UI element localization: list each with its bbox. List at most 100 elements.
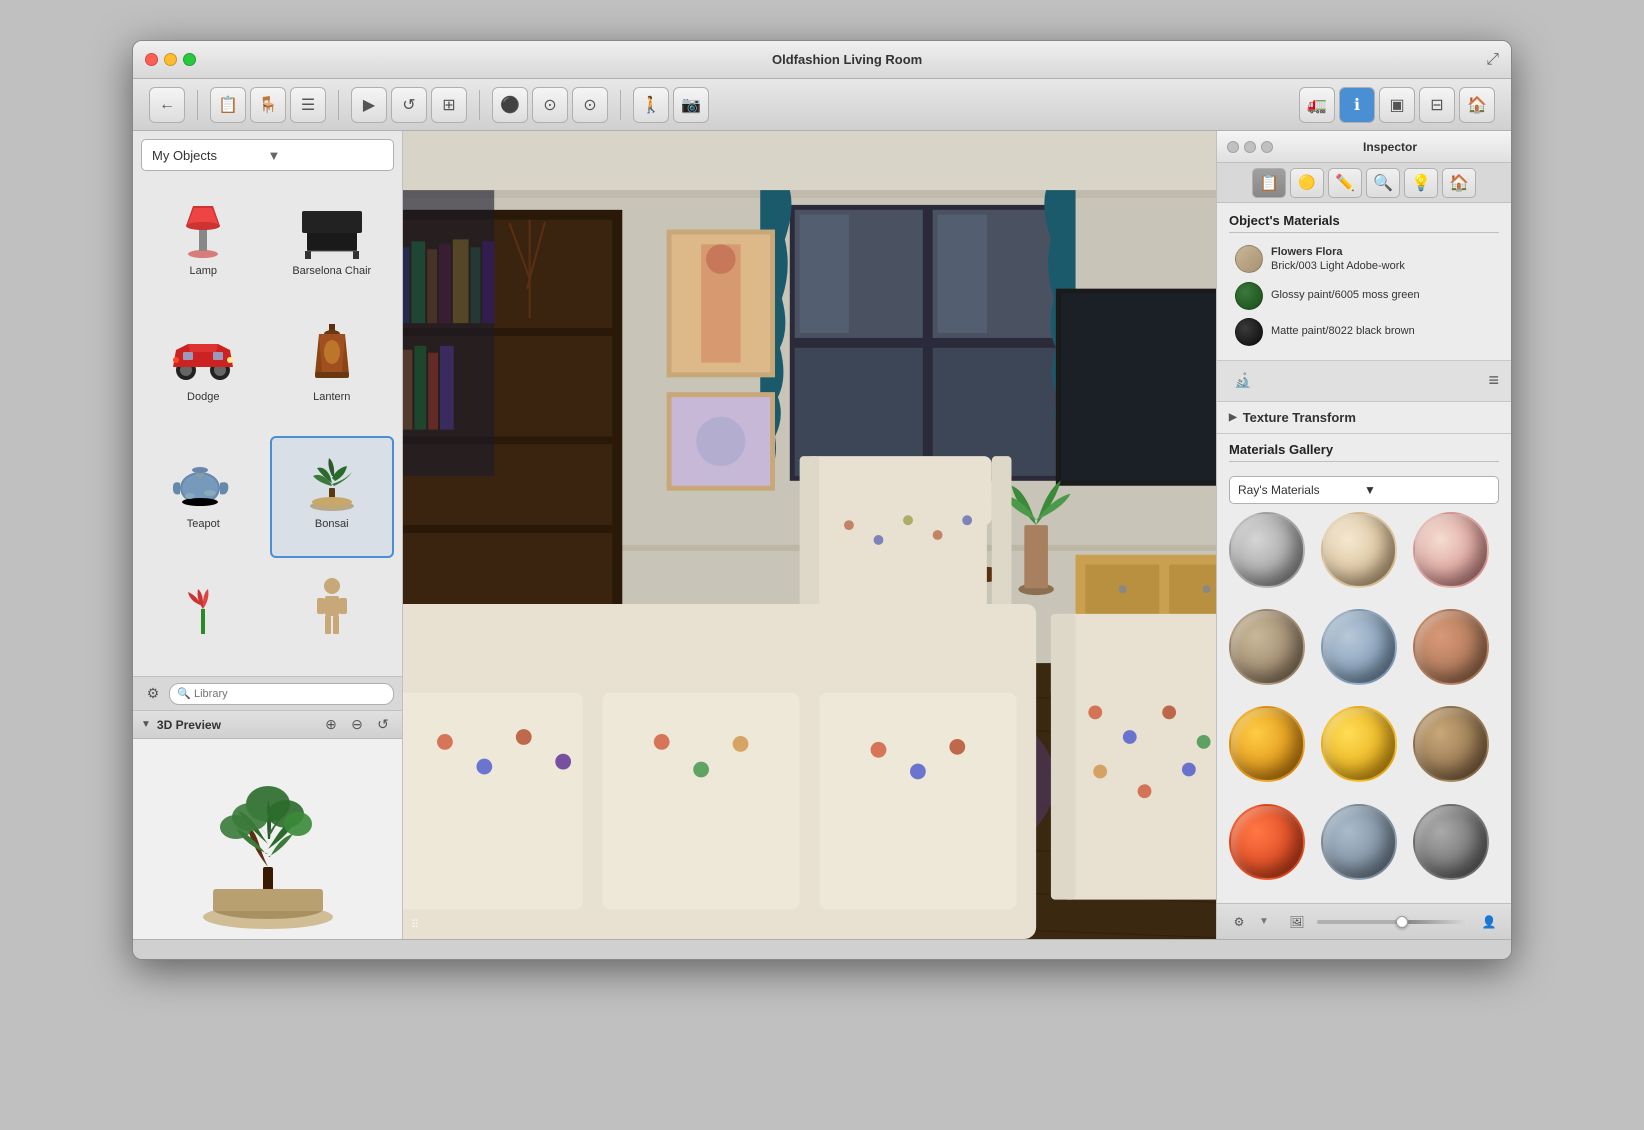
inspector-maximize[interactable] bbox=[1261, 141, 1273, 153]
material-ball-orange2[interactable] bbox=[1321, 706, 1397, 782]
inspector-titlebar: Inspector bbox=[1217, 131, 1511, 163]
settings-icon[interactable]: ⚙ bbox=[141, 682, 165, 706]
person-button[interactable]: 👤 bbox=[1475, 908, 1503, 936]
search-bar: ⚙ 🔍 bbox=[133, 676, 402, 710]
material-ball-blue-diamond[interactable] bbox=[1321, 609, 1397, 685]
object-label: Barselona Chair bbox=[292, 265, 371, 277]
texture-transform-section: ▶ Texture Transform bbox=[1217, 401, 1511, 433]
image-button[interactable]: 🖼 bbox=[1283, 908, 1311, 936]
grid-tool[interactable]: ⊞ bbox=[431, 87, 467, 123]
minimize-button[interactable] bbox=[164, 53, 177, 66]
inspector-close[interactable] bbox=[1227, 141, 1239, 153]
material-ball-gray-floral[interactable] bbox=[1229, 512, 1305, 588]
refresh-button[interactable]: ↺ bbox=[372, 714, 394, 736]
tab-light[interactable]: 💡 bbox=[1404, 168, 1438, 198]
home-button[interactable]: 🏠 bbox=[1459, 87, 1495, 123]
object-item-teapot[interactable]: Teapot bbox=[141, 436, 266, 558]
material-swatch bbox=[1235, 245, 1263, 273]
collapse-arrow-icon[interactable]: ▼ bbox=[141, 719, 151, 730]
object-thumb bbox=[158, 446, 248, 516]
resize-icon[interactable]: ⤢ bbox=[1486, 51, 1499, 69]
material-ball-wood[interactable] bbox=[1413, 706, 1489, 782]
inspector-minimize[interactable] bbox=[1244, 141, 1256, 153]
objects-button[interactable]: 📋 bbox=[210, 87, 246, 123]
rotate-tool[interactable]: ↺ bbox=[391, 87, 427, 123]
material-ball-rust-texture[interactable] bbox=[1413, 609, 1489, 685]
material-ball-gray-dark[interactable] bbox=[1413, 804, 1489, 880]
object-item-dodge[interactable]: Dodge bbox=[141, 309, 266, 431]
material-item-matte-paint[interactable]: Matte paint/8022 black brown bbox=[1229, 314, 1499, 350]
object-label: Lantern bbox=[313, 391, 350, 403]
settings-button[interactable]: ⚙ bbox=[1225, 908, 1253, 936]
zoom-out-button[interactable]: ⊖ bbox=[346, 714, 368, 736]
settings-label: ▼ bbox=[1259, 916, 1269, 927]
object-item-tulip[interactable] bbox=[141, 562, 266, 672]
material-name: Flowers Flora Brick/003 Light Adobe-work bbox=[1271, 245, 1405, 274]
info-button[interactable]: ℹ bbox=[1339, 87, 1375, 123]
object-label: Teapot bbox=[187, 518, 220, 530]
object-item-figure[interactable] bbox=[270, 562, 395, 672]
slider-container bbox=[1317, 920, 1469, 924]
objects-dropdown[interactable]: My Objects ▼ bbox=[141, 139, 394, 171]
tools-menu-icon[interactable]: ≡ bbox=[1488, 370, 1499, 391]
material-item-flowers-flora[interactable]: Flowers Flora Brick/003 Light Adobe-work bbox=[1229, 241, 1499, 278]
statusbar bbox=[133, 939, 1511, 959]
select-tool[interactable]: ▶ bbox=[351, 87, 387, 123]
material-ball-brown-damask[interactable] bbox=[1229, 609, 1305, 685]
separator2 bbox=[338, 90, 339, 120]
toolbar-tools-group: ▶ ↺ ⊞ bbox=[351, 87, 467, 123]
material-item-glossy-paint[interactable]: Glossy paint/6005 moss green bbox=[1229, 278, 1499, 314]
materials-gallery-section: Materials Gallery Ray's Materials ▼ bbox=[1217, 433, 1511, 903]
layout1-button[interactable]: ▣ bbox=[1379, 87, 1415, 123]
back-button[interactable]: ← bbox=[149, 87, 185, 123]
dropdown-label: My Objects bbox=[152, 148, 268, 163]
material-swatch bbox=[1235, 318, 1263, 346]
tab-scene[interactable]: 🏠 bbox=[1442, 168, 1476, 198]
slider-track[interactable] bbox=[1317, 920, 1469, 924]
object-item-lantern[interactable]: Lantern bbox=[270, 309, 395, 431]
preview-controls: ⊕ ⊖ ↺ bbox=[320, 714, 394, 736]
furniture-button[interactable]: 🪑 bbox=[250, 87, 286, 123]
tab-view[interactable]: 🔍 bbox=[1366, 168, 1400, 198]
dot2-button[interactable]: ⊙ bbox=[572, 87, 608, 123]
toolbar-left-group: 📋 🪑 ☰ bbox=[210, 87, 326, 123]
object-thumb bbox=[158, 572, 248, 642]
preview-section: ▼ 3D Preview ⊕ ⊖ ↺ bbox=[133, 710, 402, 939]
material-ball-cream-floral[interactable] bbox=[1321, 512, 1397, 588]
object-item-bonsai[interactable]: Bonsai bbox=[270, 436, 395, 558]
chevron-down-icon: ▼ bbox=[268, 148, 384, 163]
dot-button[interactable]: ⊙ bbox=[532, 87, 568, 123]
preview-label: 3D Preview bbox=[157, 718, 221, 732]
maximize-button[interactable] bbox=[183, 53, 196, 66]
material-ball-blue-gray[interactable] bbox=[1321, 804, 1397, 880]
camera-button[interactable]: 📷 bbox=[673, 87, 709, 123]
tab-edit[interactable]: ✏️ bbox=[1328, 168, 1362, 198]
tab-objects[interactable]: 📋 bbox=[1252, 168, 1286, 198]
material-ball-orange1[interactable] bbox=[1229, 706, 1305, 782]
object-item-barselona-chair[interactable]: Barselona Chair bbox=[270, 183, 395, 305]
window-title: Oldfashion Living Room bbox=[208, 52, 1486, 67]
gallery-dropdown-label: Ray's Materials bbox=[1238, 483, 1364, 497]
record-button[interactable]: ⚫ bbox=[492, 87, 528, 123]
texture-transform-header[interactable]: ▶ Texture Transform bbox=[1229, 410, 1499, 425]
close-button[interactable] bbox=[145, 53, 158, 66]
objects-materials-section: Object's Materials Flowers Flora Brick/0… bbox=[1217, 203, 1511, 360]
object-item-lamp[interactable]: Lamp bbox=[141, 183, 266, 305]
material-ball-orange-red[interactable] bbox=[1229, 804, 1305, 880]
search-input[interactable] bbox=[169, 683, 394, 705]
gallery-dropdown[interactable]: Ray's Materials ▼ bbox=[1229, 476, 1499, 504]
walk-button[interactable]: 🚶 bbox=[633, 87, 669, 123]
left-panel: My Objects ▼ Lamp bbox=[133, 131, 403, 939]
list-button[interactable]: ☰ bbox=[290, 87, 326, 123]
layout2-button[interactable]: ⊟ bbox=[1419, 87, 1455, 123]
material-ball-red-floral[interactable] bbox=[1413, 512, 1489, 588]
zoom-in-button[interactable]: ⊕ bbox=[320, 714, 342, 736]
room-scene[interactable]: ⠿ bbox=[403, 131, 1216, 939]
tab-materials[interactable]: 🟡 bbox=[1290, 168, 1324, 198]
object-thumb bbox=[158, 319, 248, 389]
objects-materials-title: Object's Materials bbox=[1229, 213, 1499, 233]
truck-button[interactable]: 🚛 bbox=[1299, 87, 1335, 123]
object-label: Lamp bbox=[189, 265, 217, 277]
eyedropper-tool[interactable]: 🔬 bbox=[1229, 367, 1257, 395]
drag-handle[interactable]: ⠿ bbox=[411, 918, 419, 931]
